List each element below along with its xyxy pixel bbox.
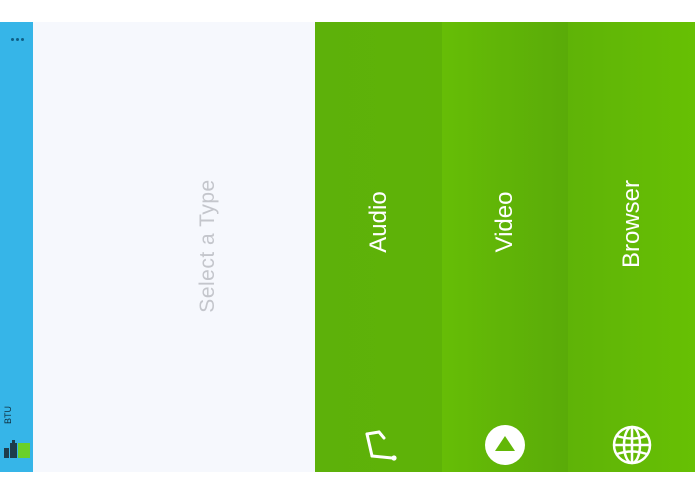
dot	[11, 38, 14, 41]
select-type-prompt: Select a Type	[196, 179, 219, 313]
audio-label: Audio	[364, 191, 392, 253]
video-label: Video	[491, 191, 518, 253]
type-option-browser[interactable]: Browser	[568, 22, 695, 472]
play-icon	[485, 425, 525, 465]
side-strip: BTU	[0, 22, 33, 472]
app-screen: BTU Select a Type Audio Video Browser	[0, 22, 695, 472]
app-name: BTU	[3, 406, 13, 424]
globe-icon	[612, 425, 651, 465]
dot	[21, 38, 24, 41]
dot	[16, 38, 19, 41]
audio-icon	[365, 430, 397, 461]
app-brand: BTU	[2, 406, 32, 460]
content-panel: Select a Type	[33, 22, 315, 472]
type-option-video[interactable]: Video	[442, 22, 568, 472]
type-option-audio[interactable]: Audio	[315, 22, 442, 472]
overflow-dots-icon[interactable]	[11, 38, 24, 41]
browser-label: Browser	[617, 179, 645, 269]
battery-logo-icon	[4, 440, 30, 458]
